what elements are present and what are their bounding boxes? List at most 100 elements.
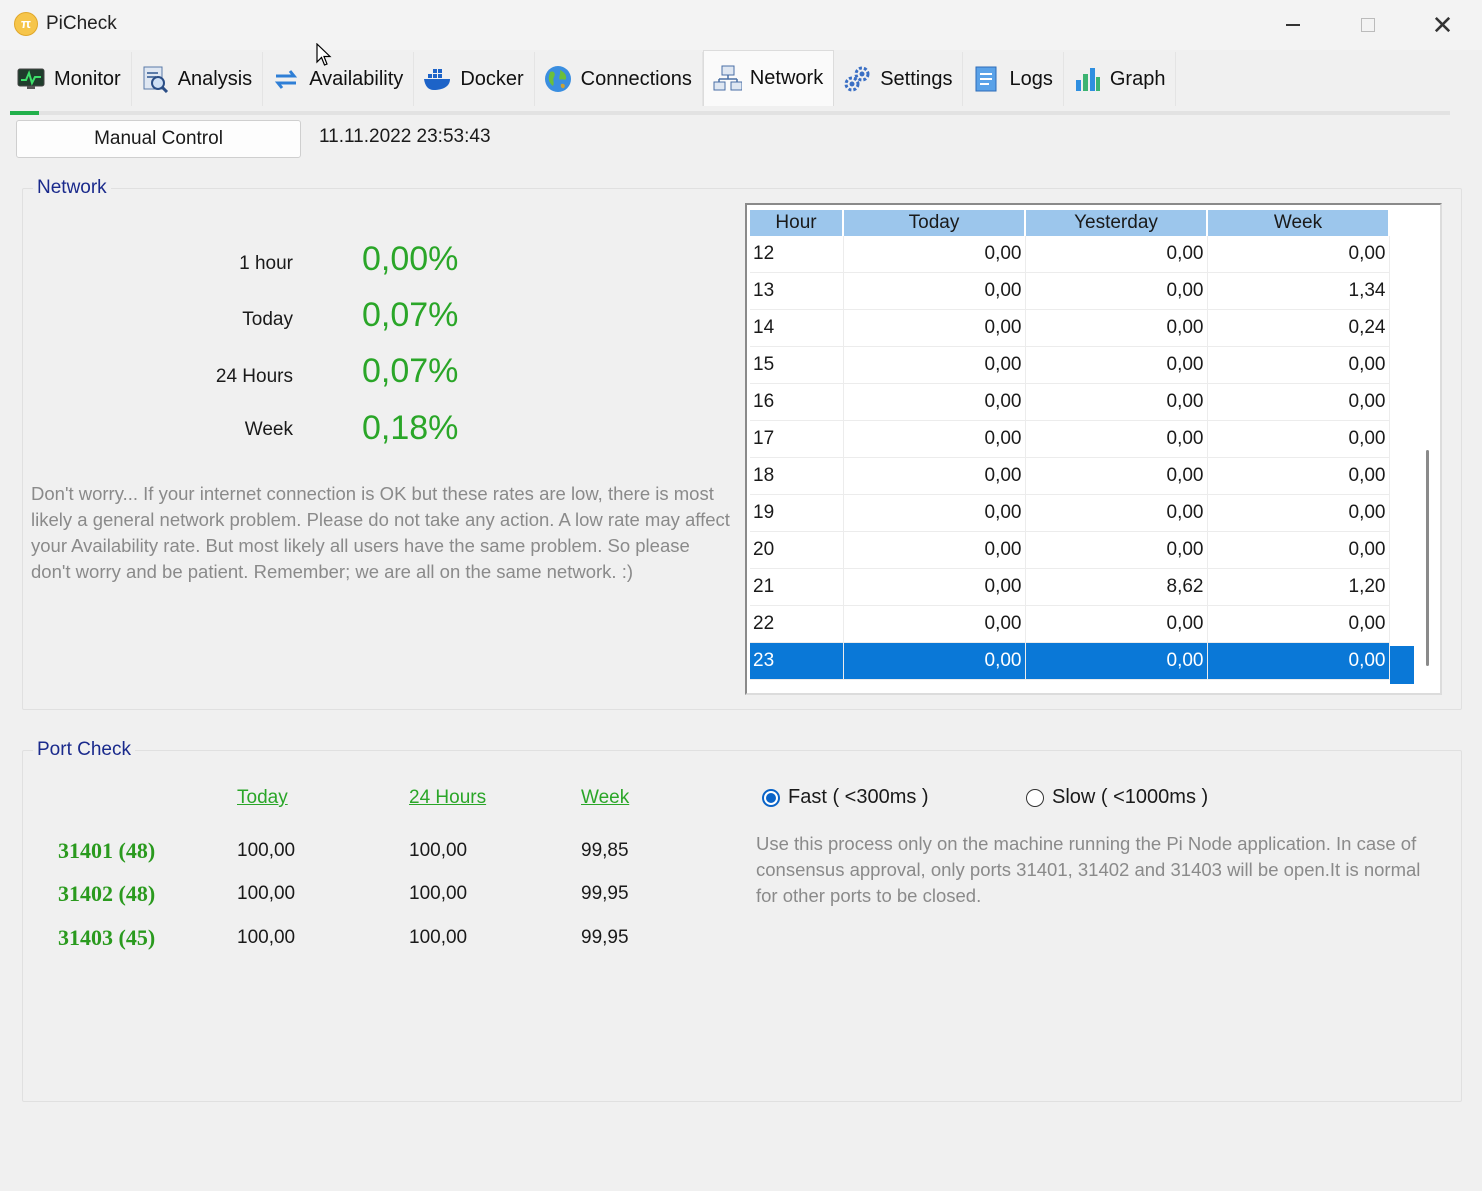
tab-label: Settings bbox=[880, 67, 953, 90]
logs-icon bbox=[971, 65, 1001, 93]
bar-chart-icon bbox=[1072, 65, 1102, 93]
table-row[interactable]: 17 0,00 0,00 0,00 bbox=[750, 420, 1390, 458]
table-row[interactable]: 19 0,00 0,00 0,00 bbox=[750, 494, 1390, 532]
hourly-rates-grid[interactable]: Hour Today Yesterday Week 12 0,00 0,00 0,00… bbox=[745, 203, 1442, 695]
table-cell: 0,00 bbox=[1207, 420, 1390, 458]
table-cell: 0,00 bbox=[1207, 531, 1390, 569]
table-cell: 0,00 bbox=[1025, 457, 1208, 495]
selected-row-extension bbox=[1390, 646, 1414, 684]
table-cell: 15 bbox=[750, 346, 844, 384]
table-cell: 19 bbox=[750, 494, 844, 532]
slow-speed-radio[interactable]: Slow ( <1000ms ) bbox=[1026, 786, 1208, 809]
table-cell: 1,34 bbox=[1207, 272, 1390, 310]
radio-selected-icon bbox=[762, 788, 780, 807]
tab-label: Monitor bbox=[54, 67, 121, 90]
table-cell: 0,00 bbox=[1207, 642, 1390, 680]
rate-value-week: 0,18% bbox=[362, 409, 459, 447]
table-cell: 0,00 bbox=[1207, 236, 1390, 273]
table-row[interactable]: 16 0,00 0,00 0,00 bbox=[750, 383, 1390, 421]
fast-speed-radio[interactable]: Fast ( <300ms ) bbox=[762, 786, 929, 809]
rate-label-week: Week bbox=[244, 419, 293, 440]
mouse-cursor-icon bbox=[316, 42, 332, 72]
table-row[interactable]: 18 0,00 0,00 0,00 bbox=[750, 457, 1390, 495]
table-cell: 0,00 bbox=[1207, 494, 1390, 532]
table-row[interactable]: 15 0,00 0,00 0,00 bbox=[750, 346, 1390, 384]
tab-network[interactable]: Network bbox=[702, 50, 835, 106]
monitor-icon bbox=[16, 65, 46, 93]
close-icon: ✕ bbox=[1431, 10, 1454, 40]
port-label-31403: 31403 (45) bbox=[58, 925, 156, 950]
table-row[interactable]: 13 0,00 0,00 1,34 bbox=[750, 272, 1390, 310]
minimize-button[interactable] bbox=[1255, 0, 1330, 50]
fast-speed-label: Fast ( <300ms ) bbox=[788, 786, 929, 808]
port-31402-today: 100,00 bbox=[237, 883, 296, 904]
table-cell: 0,00 bbox=[843, 642, 1026, 680]
port-31403-week: 99,95 bbox=[581, 927, 629, 948]
tab-label: Logs bbox=[1009, 67, 1053, 90]
slow-speed-label: Slow ( <1000ms ) bbox=[1052, 786, 1209, 808]
rate-value-1-hour: 0,00% bbox=[362, 240, 459, 278]
table-cell: 17 bbox=[750, 420, 844, 458]
tab-docker[interactable]: Docker bbox=[414, 52, 535, 106]
radio-unselected-icon bbox=[1026, 788, 1044, 807]
table-cell: 1,20 bbox=[1207, 568, 1390, 606]
table-row[interactable]: 14 0,00 0,00 0,24 bbox=[750, 309, 1390, 347]
table-cell: 22 bbox=[750, 605, 844, 643]
port-check-group-title: Port Check bbox=[33, 739, 135, 761]
port-header-24-hours: 24 Hours bbox=[409, 787, 487, 808]
tab-logs[interactable]: Logs bbox=[963, 52, 1064, 106]
column-header-yesterday[interactable]: Yesterday bbox=[1025, 210, 1208, 236]
network-note: Don't worry... If your internet connecti… bbox=[31, 483, 730, 582]
hourly-rates-table: Hour Today Yesterday Week 12 0,00 0,00 0,00… bbox=[750, 210, 1390, 680]
table-cell: 12 bbox=[750, 236, 844, 273]
table-row[interactable]: 12 0,00 0,00 0,00 bbox=[750, 236, 1390, 273]
maximize-icon bbox=[1360, 18, 1375, 32]
table-cell: 16 bbox=[750, 383, 844, 421]
tab-monitor[interactable]: Monitor bbox=[8, 52, 132, 106]
port-31401-week: 99,85 bbox=[581, 840, 629, 861]
table-cell: 0,00 bbox=[1025, 531, 1208, 569]
close-button[interactable]: ✕ bbox=[1405, 0, 1480, 50]
table-cell: 0,00 bbox=[1025, 309, 1208, 347]
tab-analysis[interactable]: Analysis bbox=[131, 52, 264, 106]
table-cell: 0,00 bbox=[1207, 605, 1390, 643]
column-header-week[interactable]: Week bbox=[1207, 210, 1390, 236]
rate-label-today: Today bbox=[242, 309, 293, 330]
port-31403-24-hours: 100,00 bbox=[409, 927, 468, 948]
table-cell: 0,00 bbox=[1207, 383, 1390, 421]
grid-scrollbar[interactable] bbox=[1426, 450, 1429, 666]
tab-connections[interactable]: Connections bbox=[534, 52, 703, 106]
table-cell: 0,00 bbox=[843, 457, 1026, 495]
port-31402-24-hours: 100,00 bbox=[409, 883, 468, 904]
table-cell: 0,00 bbox=[1025, 236, 1208, 273]
network-icon bbox=[712, 65, 742, 93]
docker-icon bbox=[422, 65, 452, 93]
rate-label-24-hours: 24 Hours bbox=[215, 366, 293, 387]
analysis-icon bbox=[140, 65, 170, 93]
table-cell: 0,00 bbox=[1025, 272, 1208, 310]
tab-label: Docker bbox=[460, 67, 524, 90]
network-group-title: Network bbox=[33, 177, 111, 199]
table-row[interactable]: 22 0,00 0,00 0,00 bbox=[750, 605, 1390, 643]
table-row[interactable]: 23 0,00 0,00 0,00 bbox=[750, 642, 1390, 680]
table-cell: 0,00 bbox=[843, 272, 1026, 310]
table-cell: 0,00 bbox=[1207, 457, 1390, 495]
manual-control-button[interactable]: Manual Control bbox=[16, 120, 301, 158]
table-cell: 0,00 bbox=[843, 420, 1026, 458]
tab-label: Connections bbox=[580, 67, 692, 90]
table-cell: 0,00 bbox=[1207, 346, 1390, 384]
column-header-today[interactable]: Today bbox=[843, 210, 1026, 236]
table-header-row: Hour Today Yesterday Week bbox=[750, 210, 1390, 236]
table-row[interactable]: 21 0,00 8,62 1,20 bbox=[750, 568, 1390, 606]
port-check-note: Use this process only on the machine run… bbox=[756, 833, 1421, 906]
tab-availability[interactable]: Availability bbox=[263, 52, 415, 106]
rate-value-24-hours: 0,07% bbox=[362, 352, 459, 390]
progress-indicator bbox=[10, 111, 39, 115]
table-row[interactable]: 20 0,00 0,00 0,00 bbox=[750, 531, 1390, 569]
table-cell: 0,00 bbox=[843, 236, 1026, 273]
column-header-hour[interactable]: Hour bbox=[750, 210, 844, 236]
tab-graph[interactable]: Graph bbox=[1063, 52, 1177, 106]
tab-settings[interactable]: Settings bbox=[834, 52, 964, 106]
maximize-button[interactable] bbox=[1330, 0, 1405, 50]
table-cell: 0,00 bbox=[843, 531, 1026, 569]
